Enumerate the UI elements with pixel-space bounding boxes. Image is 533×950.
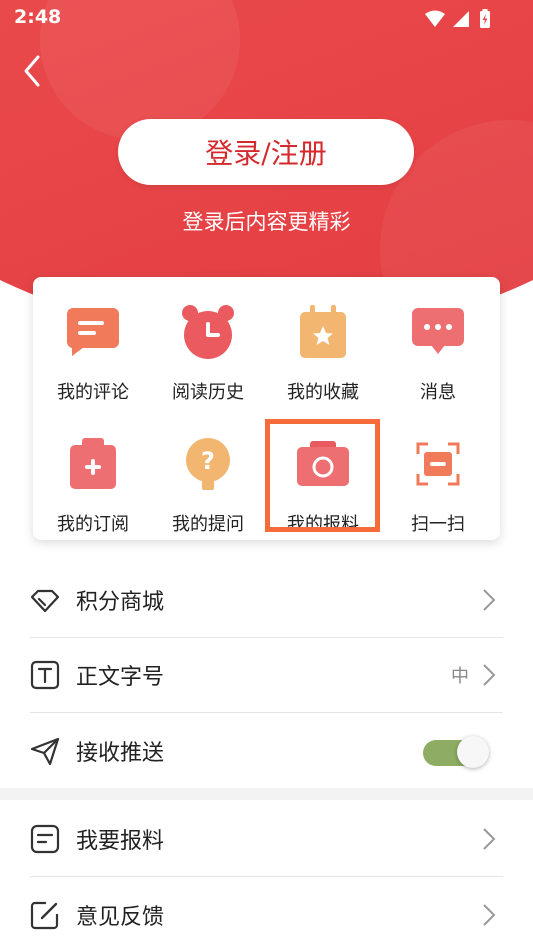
section-separator <box>0 788 533 800</box>
chevron-right-icon <box>483 828 496 850</box>
status-time: 2:48 <box>14 6 62 28</box>
grid-item-reading-history[interactable]: 阅读历史 <box>153 300 263 410</box>
alarm-clock-icon <box>153 300 263 364</box>
edit-icon <box>30 900 60 930</box>
grid-item-favorites[interactable]: 我的收藏 <box>268 300 378 410</box>
divider <box>30 876 503 877</box>
grid-item-messages[interactable]: 消息 <box>383 300 493 410</box>
grid-item-label: 我的提问 <box>172 514 244 535</box>
grid-item-label: 我的收藏 <box>287 382 359 403</box>
message-icon <box>383 300 493 364</box>
chevron-right-icon <box>483 904 496 926</box>
chevron-left-icon <box>24 55 40 87</box>
back-button[interactable] <box>18 54 48 88</box>
status-icons <box>423 8 493 34</box>
wifi-signal-battery-icon <box>425 9 490 28</box>
subscribe-icon <box>38 432 148 496</box>
toggle-knob <box>457 736 489 768</box>
text-size-icon <box>30 660 60 690</box>
grid-item-questions[interactable]: ? 我的提问 <box>153 432 263 542</box>
push-toggle[interactable] <box>423 736 489 770</box>
divider <box>30 637 503 638</box>
grid-item-scan[interactable]: 扫一扫 <box>383 432 493 542</box>
menu-row-points-mall[interactable]: 积分商城 <box>30 565 503 635</box>
diamond-icon <box>30 585 60 615</box>
menu-row-font-size[interactable]: 正文字号 中 <box>30 640 503 710</box>
login-register-button[interactable]: 登录/注册 <box>118 119 414 185</box>
chevron-right-icon <box>483 664 496 686</box>
grid-item-label: 扫一扫 <box>411 514 465 535</box>
send-icon <box>30 736 60 766</box>
bookmark-star-icon <box>268 300 378 364</box>
grid-item-subscriptions[interactable]: 我的订阅 <box>38 432 148 542</box>
highlight-box <box>265 419 380 532</box>
report-icon <box>30 824 60 854</box>
menu-row-label: 正文字号 <box>76 665 165 690</box>
comment-icon <box>38 300 148 364</box>
menu-row-label: 积分商城 <box>76 590 165 615</box>
menu-row-feedback[interactable]: 意见反馈 <box>30 880 503 950</box>
menu-row-label: 我要报料 <box>76 829 165 854</box>
question-icon: ? <box>153 432 263 496</box>
divider <box>30 712 503 713</box>
grid-item-comments[interactable]: 我的评论 <box>38 300 148 410</box>
grid-item-label: 我的订阅 <box>57 514 129 535</box>
menu-row-report[interactable]: 我要报料 <box>30 804 503 874</box>
font-size-value: 中 <box>451 666 469 687</box>
status-bar: 2:48 <box>0 0 533 36</box>
grid-item-label: 消息 <box>420 382 456 403</box>
login-subtitle: 登录后内容更精彩 <box>182 210 351 234</box>
grid-item-label: 阅读历史 <box>172 382 244 403</box>
scan-icon <box>383 432 493 496</box>
menu-row-label: 意见反馈 <box>76 905 165 930</box>
grid-item-label: 我的评论 <box>57 382 129 403</box>
svg-text:?: ? <box>201 447 215 475</box>
chevron-right-icon <box>483 589 496 611</box>
